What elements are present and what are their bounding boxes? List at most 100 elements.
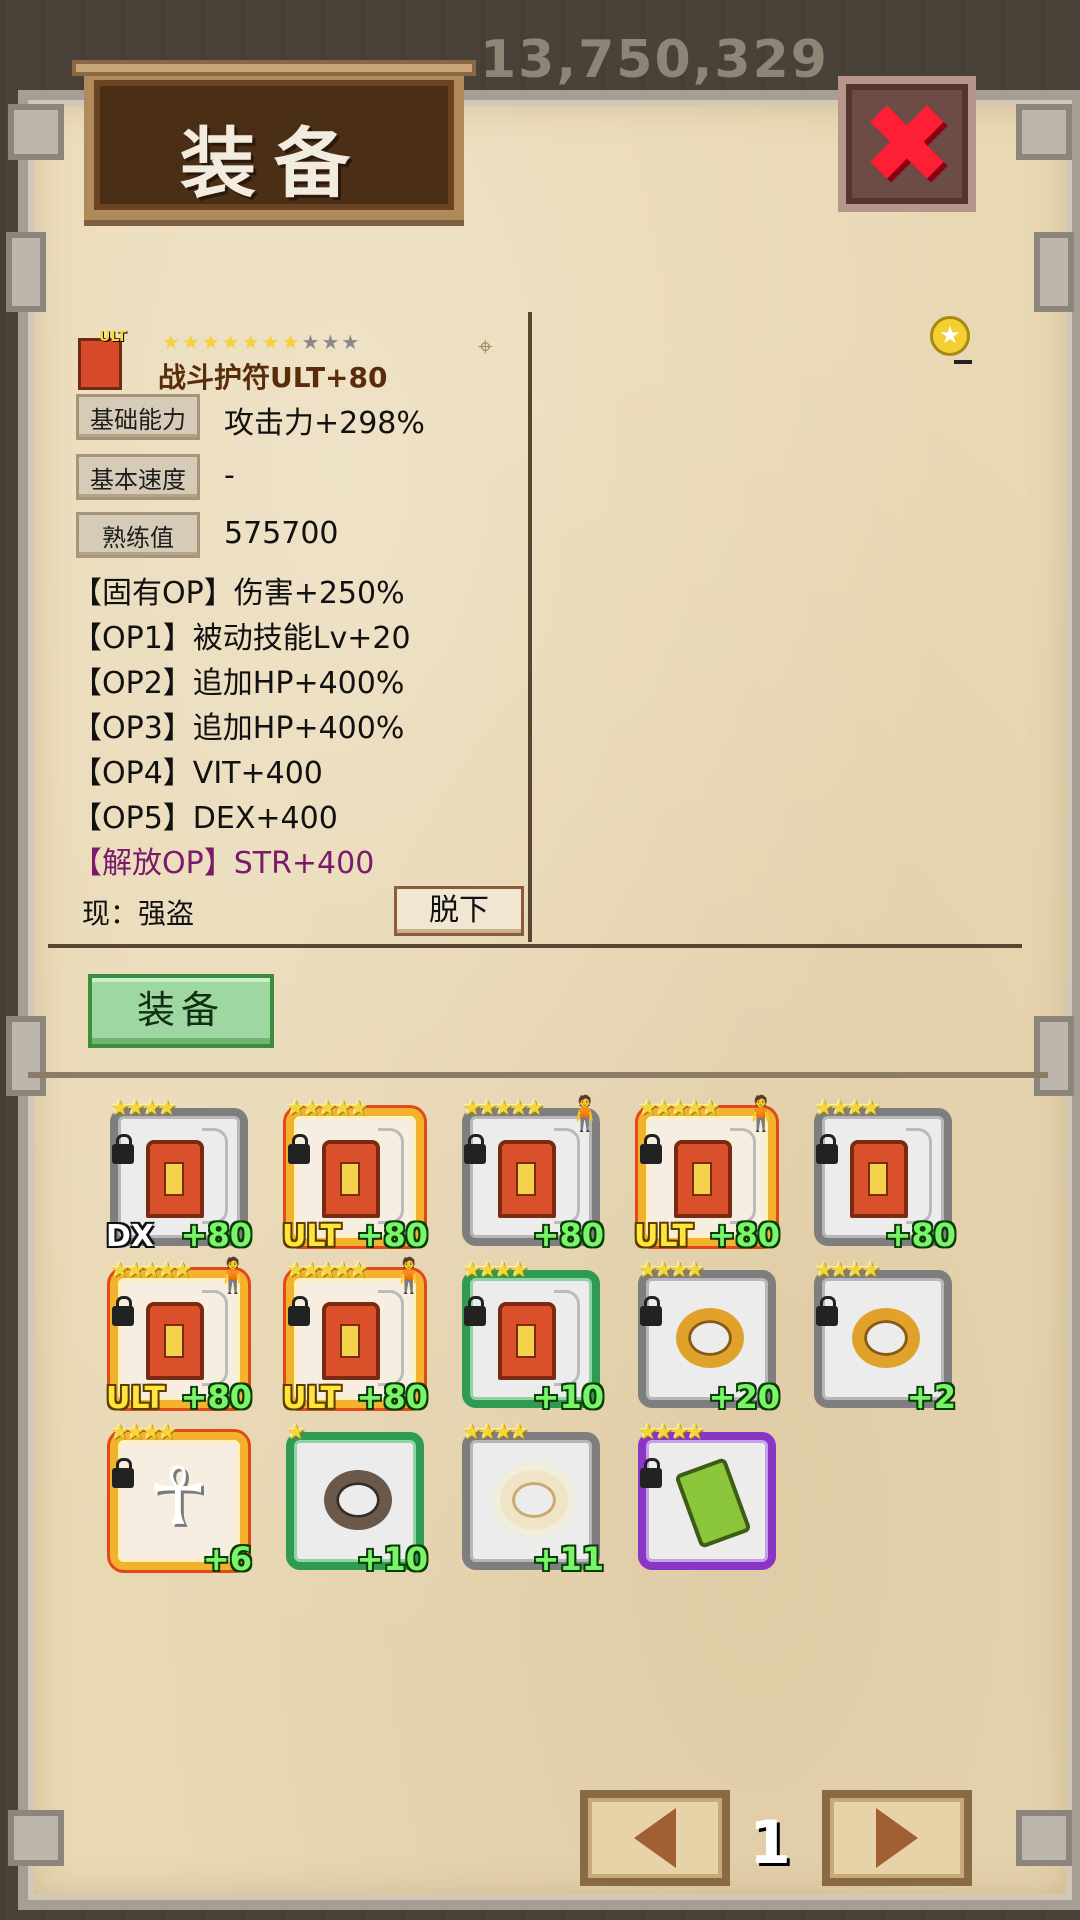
inventory-slot[interactable]: ★★★★ +11 [462, 1420, 604, 1578]
amulet-icon [322, 1302, 380, 1380]
arrow-right-icon [876, 1808, 918, 1868]
lock-icon [816, 1134, 838, 1164]
frame-corner [1016, 104, 1072, 160]
frame-knob [1034, 232, 1074, 312]
inventory-slot[interactable]: ★★★★★ 🧍 ULT +80 [634, 1094, 782, 1254]
slot-stars: ★★★★★ [286, 1096, 369, 1121]
amulet-icon: ULT [78, 329, 127, 390]
hero-icon: 🧍 [739, 1094, 782, 1134]
cord-icon [202, 1128, 228, 1224]
amulet-icon [498, 1302, 556, 1380]
inventory-slot[interactable]: ★★★★★ ULT +80 [282, 1096, 428, 1254]
stat-label: 基础能力 [76, 394, 200, 440]
page-number: 1 [749, 1808, 791, 1878]
slot-stars: ★★★★ [110, 1420, 177, 1445]
frame-corner [8, 1810, 64, 1866]
lock-icon [112, 1134, 134, 1164]
upgrade-level: +20 [708, 1378, 780, 1416]
frame-knob [6, 232, 46, 312]
slot-stars: ★★★★ [638, 1258, 705, 1283]
tier-label: ULT [634, 1219, 693, 1254]
inventory-slot[interactable]: ★★★★★ 🧍 +80 [462, 1094, 606, 1254]
cord-icon [202, 1290, 228, 1386]
inventory-slot[interactable]: ★ +10 [286, 1420, 428, 1578]
item-header: ULT ★★★★★★★★★★ 战斗护符ULT+80 ⌖ [78, 324, 528, 394]
page-title: 装备 [180, 119, 368, 208]
next-page-button[interactable] [822, 1790, 972, 1886]
gold-amount: 13,750,329 [480, 30, 829, 90]
upgrade-level: +80 [708, 1216, 780, 1254]
ring-icon [852, 1308, 920, 1368]
inventory-slot[interactable]: ★★★★★ 🧍 ULT +80 [106, 1256, 254, 1416]
cord-icon [378, 1290, 404, 1386]
slot-stars: ★★★★★ [286, 1258, 369, 1283]
amulet-icon [674, 1140, 732, 1218]
upgrade-level: +80 [356, 1216, 428, 1254]
close-icon: ✖ [860, 80, 954, 208]
tier-label: ULT [106, 1381, 165, 1416]
inventory-slot[interactable]: ★★★★ [638, 1420, 776, 1570]
lock-icon [640, 1458, 662, 1488]
item-name: 战斗护符ULT+80 [158, 361, 388, 394]
arrow-left-icon [634, 1808, 676, 1868]
inventory-slot[interactable]: ★★★★ +20 [638, 1258, 780, 1416]
current-owner: 现：强盗 [82, 897, 195, 930]
cord-icon [378, 1128, 404, 1224]
inventory-slot[interactable]: ★★★★ +2 [814, 1258, 956, 1416]
frame-corner [8, 104, 64, 160]
option-line: 【OP5】DEX+400 [72, 801, 338, 836]
stat-row: 熟练值 575700 [76, 512, 526, 562]
option-line: 【固有OP】伤害+250% [72, 576, 405, 611]
slot-stars: ★★★★ [814, 1258, 881, 1283]
equip-button[interactable]: 装备 [88, 974, 274, 1048]
stat-label: 熟练值 [76, 512, 200, 558]
bottle-icon [674, 1457, 752, 1549]
unequip-button[interactable]: 脱下 [394, 886, 524, 936]
lock-icon [288, 1296, 310, 1326]
tier-label: ULT [282, 1219, 341, 1254]
upgrade-level: +11 [532, 1540, 604, 1578]
upgrade-level: +80 [356, 1378, 428, 1416]
upgrade-level: +80 [180, 1378, 252, 1416]
inventory-slot[interactable]: ★★★★ +10 [462, 1258, 604, 1416]
release-option-line: 【解放OP】STR+400 [72, 846, 375, 881]
plaque-bar [72, 60, 476, 76]
stat-label: 基本速度 [76, 454, 200, 500]
cord-icon [730, 1128, 756, 1224]
stat-row: 基础能力 攻击力+298% [76, 394, 526, 444]
close-button[interactable]: ✖ [838, 76, 976, 212]
hero-icon: 🧍 [563, 1094, 606, 1134]
tier-badge: ULT [99, 329, 127, 345]
tier-label: DX [106, 1219, 155, 1254]
inventory-slot[interactable]: ★★★★★ 🧍 ULT +80 [282, 1256, 430, 1416]
option-line: 【OP3】追加HP+400% [72, 711, 405, 746]
lock-icon [464, 1134, 486, 1164]
inventory-slot[interactable]: ★★★★ +80 [814, 1096, 956, 1254]
inventory-slot[interactable]: ★★★★ DX +80 [106, 1096, 252, 1254]
info-divider-vertical [528, 312, 532, 942]
dark-ring-icon [324, 1470, 392, 1530]
inventory-grid: ★★★★ DX +80 ★★★★★ ULT +80 ★★★★★ 🧍 +80 ★★★★★ 🧍 ULT +8… [106, 1094, 990, 1588]
info-divider-horizontal [48, 944, 1022, 948]
frame-corner [1016, 1810, 1072, 1866]
crosshair-icon[interactable]: ⌖ [478, 332, 493, 363]
title-plaque: 装备 [72, 60, 476, 220]
hero-icon: 🧍 [387, 1256, 430, 1296]
inventory-slot[interactable]: ★★★★ ☥ +6 [110, 1420, 252, 1578]
option-line: 【OP1】被动技能Lv+20 [72, 621, 411, 656]
section-divider [28, 1072, 1048, 1078]
frame-knob [1034, 1016, 1074, 1096]
frame-knob [6, 1016, 46, 1096]
hero-icon: 🧍 [211, 1256, 254, 1296]
option-line: 【OP4】VIT+400 [72, 756, 323, 791]
prev-page-button[interactable] [580, 1790, 730, 1886]
upgrade-level: +10 [356, 1540, 428, 1578]
upgrade-level: +10 [532, 1378, 604, 1416]
stat-value: 575700 [224, 516, 339, 551]
slot-stars: ★ [286, 1420, 306, 1445]
item-stars: ★★★★★★★★★★ [162, 330, 361, 354]
cord-icon [554, 1128, 580, 1224]
star-empty: ★★★ [301, 330, 362, 354]
amulet-icon [850, 1140, 908, 1218]
upgrade-level: +80 [532, 1216, 604, 1254]
